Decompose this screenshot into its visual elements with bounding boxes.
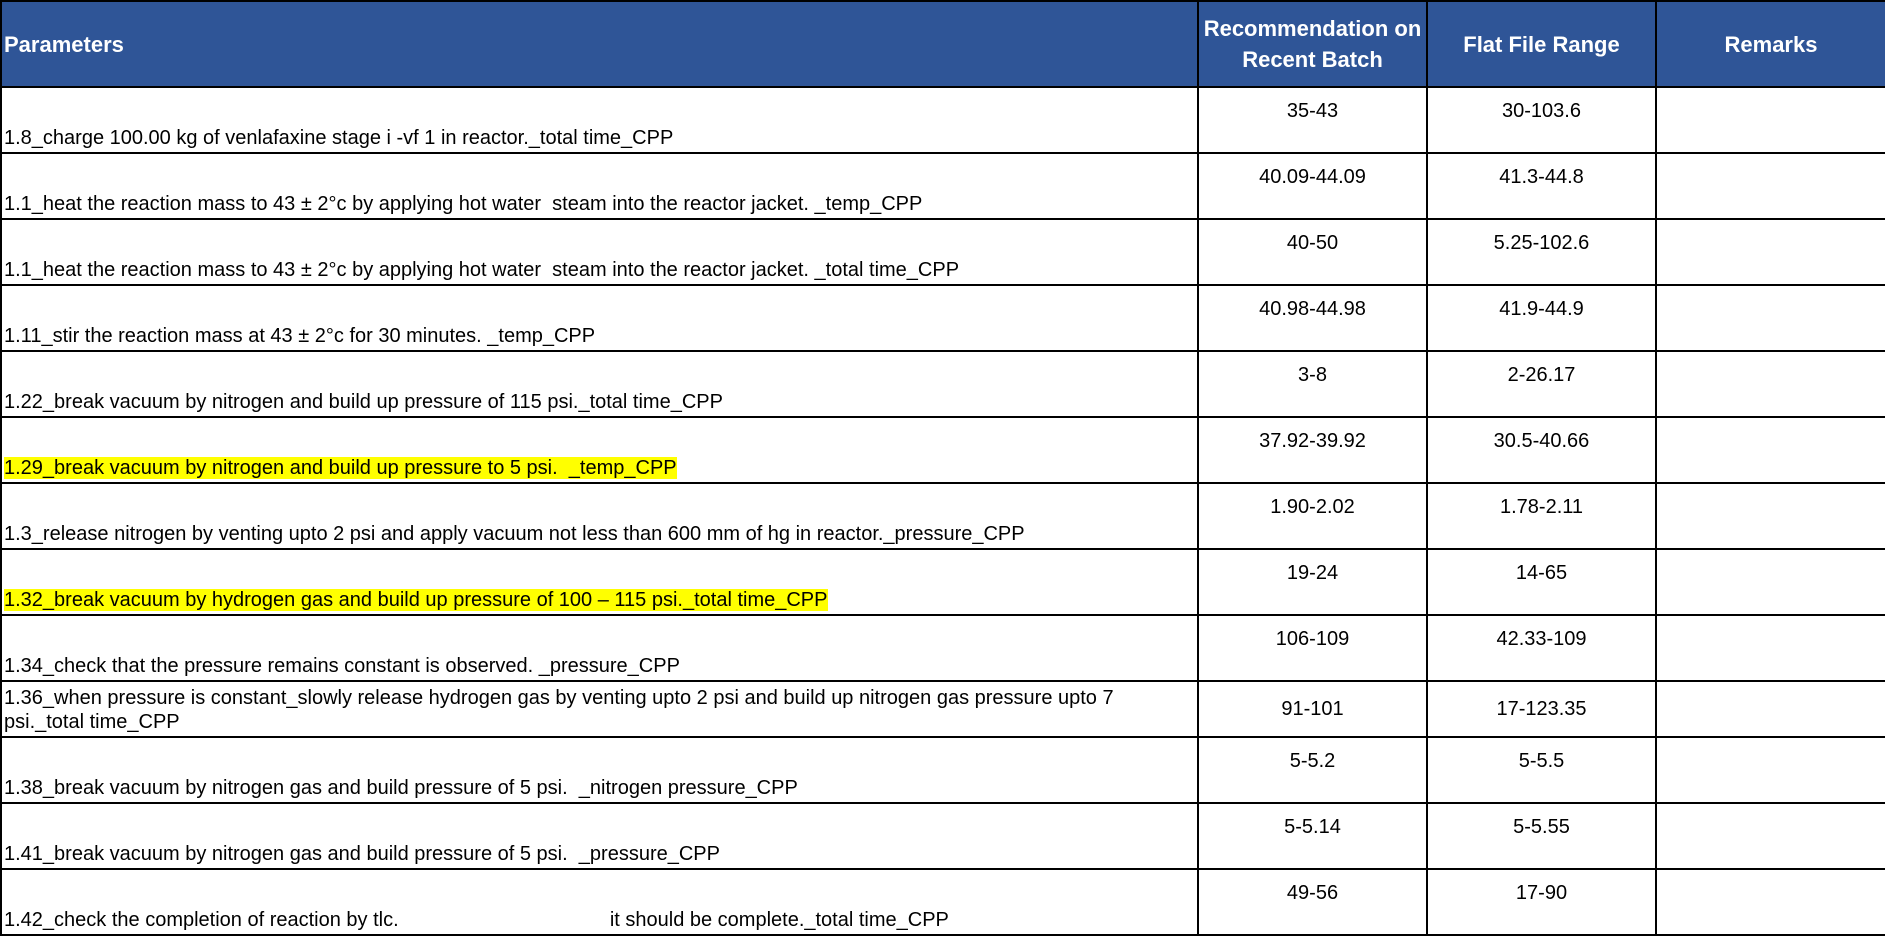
recommendation-cell: 5-5.2 [1197,736,1428,804]
table-row: 1.34_check that the pressure remains con… [0,614,1885,682]
recommendation-cell: 40.98-44.98 [1197,284,1428,352]
table-row: 1.3_release nitrogen by venting upto 2 p… [0,482,1885,550]
remarks-cell [1655,284,1885,352]
flat-file-range-cell: 41.3-44.8 [1426,152,1657,220]
parameter-text: 1.36_when pressure is constant_slowly re… [4,687,1120,733]
parameters-header: Parameters [0,0,1199,88]
remarks-cell [1655,350,1885,418]
parameter-cell: 1.22_break vacuum by nitrogen and build … [0,350,1199,418]
recommendation-cell: 91-101 [1197,680,1428,738]
table-row: 1.29_break vacuum by nitrogen and build … [0,416,1885,484]
recommendation-cell: 37.92-39.92 [1197,416,1428,484]
parameter-cell: 1.41_break vacuum by nitrogen gas and bu… [0,802,1199,870]
recommendation-cell: 35-43 [1197,86,1428,154]
parameter-cell: 1.8_charge 100.00 kg of venlafaxine stag… [0,86,1199,154]
recommendation-cell: 40.09-44.09 [1197,152,1428,220]
flat-file-range-cell: 17-90 [1426,868,1657,936]
flat-file-range-cell: 30-103.6 [1426,86,1657,154]
parameter-text: 1.1_heat the reaction mass to 43 ± 2°c b… [4,259,960,281]
parameter-text: 1.22_break vacuum by nitrogen and build … [4,391,723,413]
parameter-cell: 1.36_when pressure is constant_slowly re… [0,680,1199,738]
table-row: 1.1_heat the reaction mass to 43 ± 2°c b… [0,218,1885,286]
flat-file-range-cell: 14-65 [1426,548,1657,616]
highlighted-parameter-text: 1.32_break vacuum by hydrogen gas and bu… [4,589,828,611]
recommendation-cell: 49-56 [1197,868,1428,936]
parameter-text: 1.11_stir the reaction mass at 43 ± 2°c … [4,325,596,347]
table-row: 1.11_stir the reaction mass at 43 ± 2°c … [0,284,1885,352]
parameter-text: 1.42_check the completion of reaction by… [4,909,949,931]
parameter-cell: 1.42_check the completion of reaction by… [0,868,1199,936]
recommendation-header-line2: Recent Batch [1242,47,1383,72]
flat-file-range-cell: 41.9-44.9 [1426,284,1657,352]
remarks-cell [1655,802,1885,870]
recommendation-cell: 3-8 [1197,350,1428,418]
table-row: 1.8_charge 100.00 kg of venlafaxine stag… [0,86,1885,154]
remarks-cell [1655,614,1885,682]
remarks-cell [1655,680,1885,738]
flat-file-range-cell: 5-5.5 [1426,736,1657,804]
flat-file-range-cell: 17-123.35 [1426,680,1657,738]
recommendation-header: Recommendation on Recent Batch [1197,0,1428,88]
parameter-text: 1.8_charge 100.00 kg of venlafaxine stag… [4,127,674,149]
parameter-cell: 1.1_heat the reaction mass to 43 ± 2°c b… [0,218,1199,286]
remarks-header: Remarks [1655,0,1885,88]
remarks-cell [1655,548,1885,616]
table-row: 1.38_break vacuum by nitrogen gas and bu… [0,736,1885,804]
parameter-cell: 1.38_break vacuum by nitrogen gas and bu… [0,736,1199,804]
flat-file-range-cell: 30.5-40.66 [1426,416,1657,484]
parameter-cell: 1.32_break vacuum by hydrogen gas and bu… [0,548,1199,616]
table-row: 1.42_check the completion of reaction by… [0,868,1885,936]
parameters-table: Parameters Recommendation on Recent Batch… [0,0,1885,936]
parameter-cell: 1.34_check that the pressure remains con… [0,614,1199,682]
parameter-text: 1.34_check that the pressure remains con… [4,655,680,677]
remarks-cell [1655,152,1885,220]
table-row: 1.22_break vacuum by nitrogen and build … [0,350,1885,418]
remarks-cell [1655,218,1885,286]
remarks-cell [1655,736,1885,804]
recommendation-cell: 1.90-2.02 [1197,482,1428,550]
parameter-text: 1.3_release nitrogen by venting upto 2 p… [4,523,1025,545]
recommendation-cell: 106-109 [1197,614,1428,682]
remarks-cell [1655,86,1885,154]
table-body: 1.8_charge 100.00 kg of venlafaxine stag… [0,86,1885,936]
highlighted-parameter-text: 1.29_break vacuum by nitrogen and build … [4,457,677,479]
parameter-cell: 1.3_release nitrogen by venting upto 2 p… [0,482,1199,550]
table-row: 1.32_break vacuum by hydrogen gas and bu… [0,548,1885,616]
flat-file-range-header: Flat File Range [1426,0,1657,88]
table-row: 1.1_heat the reaction mass to 43 ± 2°c b… [0,152,1885,220]
header-row: Parameters Recommendation on Recent Batch… [0,0,1885,88]
flat-file-range-cell: 5.25-102.6 [1426,218,1657,286]
parameter-cell: 1.1_heat the reaction mass to 43 ± 2°c b… [0,152,1199,220]
recommendation-cell: 19-24 [1197,548,1428,616]
parameter-text: 1.41_break vacuum by nitrogen gas and bu… [4,843,720,865]
flat-file-range-cell: 1.78-2.11 [1426,482,1657,550]
flat-file-range-cell: 42.33-109 [1426,614,1657,682]
table-row: 1.41_break vacuum by nitrogen gas and bu… [0,802,1885,870]
parameter-cell: 1.29_break vacuum by nitrogen and build … [0,416,1199,484]
flat-file-range-cell: 2-26.17 [1426,350,1657,418]
remarks-cell [1655,868,1885,936]
flat-file-range-cell: 5-5.55 [1426,802,1657,870]
recommendation-header-line1: Recommendation on [1203,16,1422,41]
remarks-cell [1655,416,1885,484]
parameter-text: 1.1_heat the reaction mass to 43 ± 2°c b… [4,193,923,215]
remarks-cell [1655,482,1885,550]
recommendation-cell: 5-5.14 [1197,802,1428,870]
table-row: 1.36_when pressure is constant_slowly re… [0,680,1885,738]
recommendation-cell: 40-50 [1197,218,1428,286]
parameter-text: 1.38_break vacuum by nitrogen gas and bu… [4,777,798,799]
parameter-cell: 1.11_stir the reaction mass at 43 ± 2°c … [0,284,1199,352]
